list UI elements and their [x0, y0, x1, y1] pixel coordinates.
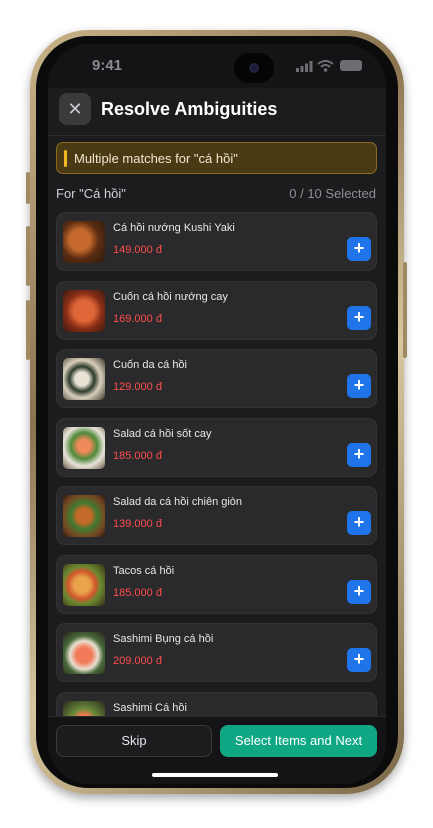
item-price: 129.000 đ [113, 381, 162, 393]
wifi-icon [317, 60, 334, 72]
add-button[interactable]: + [347, 374, 371, 398]
item-name: Salad da cá hồi chiên giòn [113, 496, 243, 508]
list-item[interactable]: Cá hồi nướng Kushi Yaki 149.000 đ + [56, 212, 377, 271]
volume-down-button [26, 300, 30, 360]
add-button[interactable]: + [347, 511, 371, 535]
item-price: 139.000 đ [113, 518, 162, 530]
food-image [63, 358, 105, 400]
footer: Skip Select Items and Next [48, 716, 386, 784]
list-item[interactable]: Tacos cá hồi 185.000 đ + [56, 555, 377, 614]
power-button [403, 262, 407, 358]
list-item[interactable]: Cuốn da cá hồi 129.000 đ + [56, 349, 377, 408]
food-image [63, 632, 105, 674]
status-time: 9:41 [92, 57, 123, 74]
item-price: 209.000 đ [113, 655, 162, 667]
home-indicator[interactable] [152, 773, 278, 777]
selection-count: 0 / 10 Selected [289, 186, 376, 201]
mute-switch [26, 172, 30, 204]
item-name: Cuốn da cá hồi [113, 359, 187, 371]
item-price: 169.000 đ [113, 313, 162, 325]
banner-accent-bar [64, 150, 67, 167]
food-image [63, 427, 105, 469]
item-price: 185.000 đ [113, 450, 162, 462]
skip-button[interactable]: Skip [56, 725, 212, 757]
list-item[interactable]: Salad cá hồi sốt cay 185.000 đ + [56, 418, 377, 477]
food-image [63, 221, 105, 263]
add-button[interactable]: + [347, 237, 371, 261]
header: ✕ Resolve Ambiguities [48, 88, 386, 136]
dynamic-island [234, 53, 274, 83]
status-bar: 9:41 [48, 44, 386, 88]
volume-up-button [26, 226, 30, 286]
food-image [63, 564, 105, 606]
add-button[interactable]: + [347, 580, 371, 604]
item-name: Sashimi Cá hồi [113, 702, 187, 714]
select-items-next-button[interactable]: Select Items and Next [220, 725, 377, 757]
item-name: Salad cá hồi sốt cay [113, 428, 212, 440]
item-name: Tacos cá hồi [113, 565, 175, 577]
food-image [63, 495, 105, 537]
add-button[interactable]: + [347, 648, 371, 672]
warning-banner: Multiple matches for "cá hồi" [56, 142, 377, 174]
screen: 9:41 ✕ Resolve Ambiguities Multiple matc… [48, 44, 386, 784]
item-name: Cuốn cá hồi nướng cay [113, 291, 228, 303]
section-label: For "Cá hồi" [56, 186, 126, 201]
signal-icon [296, 61, 313, 72]
item-price: 149.000 đ [113, 244, 162, 256]
add-button[interactable]: + [347, 306, 371, 330]
item-price: 185.000 đ [113, 587, 162, 599]
list-item[interactable]: Sashimi Bụng cá hồi 209.000 đ + [56, 623, 377, 682]
food-image [63, 290, 105, 332]
list-item[interactable]: Salad da cá hồi chiên giòn 139.000 đ + [56, 486, 377, 545]
item-name: Cá hồi nướng Kushi Yaki [113, 222, 235, 234]
add-button[interactable]: + [347, 443, 371, 467]
page-title: Resolve Ambiguities [101, 99, 278, 119]
battery-icon [340, 60, 362, 71]
item-name: Sashimi Bụng cá hồi [113, 633, 214, 645]
banner-text: Multiple matches for "cá hồi" [74, 151, 238, 166]
close-button[interactable]: ✕ [59, 93, 91, 125]
list-item[interactable]: Cuốn cá hồi nướng cay 169.000 đ + [56, 281, 377, 340]
camera-icon [249, 63, 259, 73]
